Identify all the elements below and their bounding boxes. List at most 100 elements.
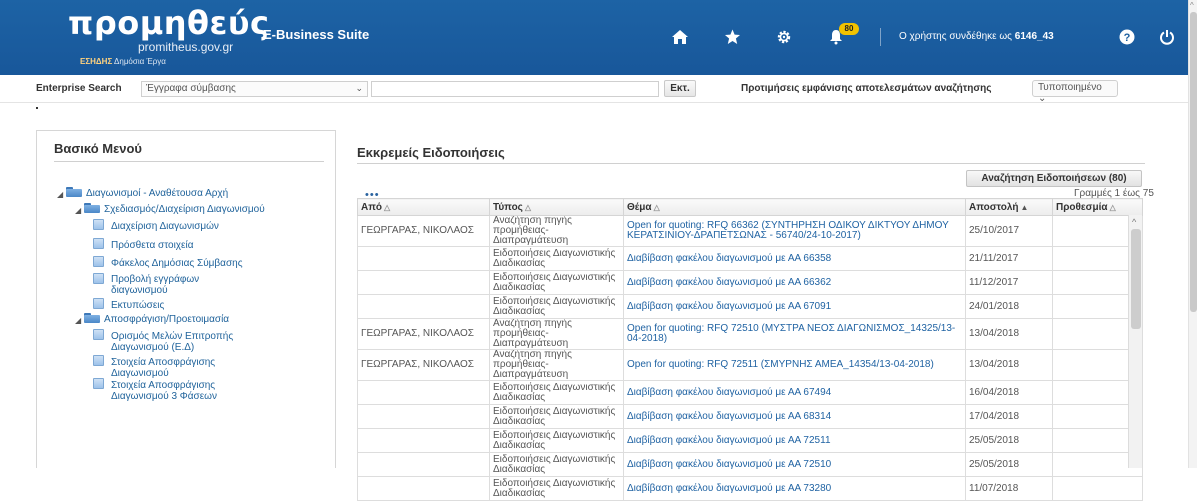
table-vertical-scrollbar[interactable]: ^: [1128, 215, 1142, 468]
cell-subject[interactable]: Διαβίβαση φακέλου διαγωνισμού με ΑΑ 7251…: [623, 428, 966, 453]
column-header-sent[interactable]: Αποστολή ▲: [965, 198, 1053, 216]
sort-triangle-icon: △: [653, 202, 660, 212]
menu-item-additional-info[interactable]: Πρόσθετα στοιχεία: [111, 240, 194, 251]
search-preferences-label: Προτιμήσεις εμφάνισης αποτελεσμάτων αναζ…: [741, 83, 992, 94]
table-row[interactable]: Ειδοποιήσεις Διαγωνιστικής Διαδικασίας Δι…: [357, 294, 1143, 319]
favorites-star-icon[interactable]: [722, 27, 742, 47]
page-icon: [93, 298, 104, 309]
table-row[interactable]: ΓΕΩΡΓΑΡΑΣ, ΝΙΚΟΛΑΟΣ Αναζήτηση πηγής προμή…: [357, 215, 1143, 247]
scrollbar-thumb[interactable]: [1190, 12, 1197, 312]
cell-subject[interactable]: Διαβίβαση φακέλου διαγωνισμού με ΑΑ 6635…: [623, 246, 966, 271]
collapse-triangle-icon[interactable]: ◢: [57, 190, 63, 199]
menu-item-unsealing-preparation[interactable]: Αποσφράγιση/Προετοιμασία: [104, 314, 229, 325]
collapse-triangle-icon[interactable]: ◢: [75, 316, 81, 325]
menu-item-view-tender-documents[interactable]: Προβολή εγγράφων διαγωνισμού: [111, 274, 241, 296]
page-icon: [93, 378, 104, 389]
cell-from: [357, 476, 490, 501]
top-header-bar: προμηθεύς promitheus.gov.gr ΕΣΗΔΗΣ Δημόσ…: [0, 0, 1197, 75]
help-icon[interactable]: ?: [1117, 27, 1137, 47]
table-row[interactable]: Ειδοποιήσεις Διαγωνιστικής Διαδικασίας Δι…: [357, 380, 1143, 405]
page-icon: [93, 273, 104, 284]
table-row[interactable]: Ειδοποιήσεις Διαγωνιστικής Διαδικασίας Δι…: [357, 270, 1143, 295]
cell-sent: 13/04/2018: [965, 349, 1053, 381]
cell-sent: 25/05/2018: [965, 428, 1053, 453]
collapse-triangle-icon[interactable]: ◢: [75, 206, 81, 215]
cell-type: Ειδοποιήσεις Διαγωνιστικής Διαδικασίας: [489, 380, 624, 405]
cell-subject[interactable]: Διαβίβαση φακέλου διαγωνισμού με ΑΑ 6831…: [623, 404, 966, 429]
cell-sent: 21/11/2017: [965, 246, 1053, 271]
table-row[interactable]: ΓΕΩΡΓΑΡΑΣ, ΝΙΚΟΛΑΟΣ Αναζήτηση πηγής προμή…: [357, 318, 1143, 350]
column-header-from[interactable]: Από △: [357, 198, 490, 216]
notifications-count-badge: 80: [839, 23, 859, 35]
scroll-up-icon[interactable]: ^: [1190, 1, 1194, 10]
menu-item-tenders-contracting-authority[interactable]: Διαγωνισμοί - Αναθέτουσα Αρχή: [86, 188, 228, 199]
main-menu-divider: [54, 161, 324, 162]
table-row[interactable]: Ειδοποιήσεις Διαγωνιστικής Διαδικασίας Δι…: [357, 246, 1143, 271]
cell-type: Αναζήτηση πηγής προμήθειας-Διαπραγμάτευσ…: [489, 349, 624, 381]
cell-subject[interactable]: Διαβίβαση φακέλου διαγωνισμού με ΑΑ 6749…: [623, 380, 966, 405]
menu-item-tender-design-management[interactable]: Σχεδιασμός/Διαχείριση Διαγωνισμού: [104, 204, 265, 215]
folder-icon: [84, 203, 100, 213]
logout-power-icon[interactable]: [1157, 27, 1177, 47]
table-row[interactable]: Ειδοποιήσεις Διαγωνιστικής Διαδικασίας Δι…: [357, 476, 1143, 501]
search-notifications-button[interactable]: Αναζήτηση Ειδοποιήσεων (80): [966, 170, 1142, 187]
cell-sent: 11/12/2017: [965, 270, 1053, 295]
table-row[interactable]: Ειδοποιήσεις Διαγωνιστικής Διαδικασίας Δι…: [357, 404, 1143, 429]
cell-from: ΓΕΩΡΓΑΡΑΣ, ΝΙΚΟΛΑΟΣ: [357, 318, 490, 350]
search-go-button[interactable]: Εκτ.: [664, 80, 696, 97]
cell-subject[interactable]: Διαβίβαση φακέλου διαγωνισμού με ΑΑ 7251…: [623, 452, 966, 477]
sort-triangle-icon: △: [1109, 202, 1116, 212]
table-row[interactable]: Ειδοποιήσεις Διαγωνιστικής Διαδικασίας Δι…: [357, 428, 1143, 453]
cell-type: Ειδοποιήσεις Διαγωνιστικής Διαδικασίας: [489, 428, 624, 453]
cell-subject[interactable]: Διαβίβαση φακέλου διαγωνισμού με ΑΑ 6709…: [623, 294, 966, 319]
cell-sent: 24/01/2018: [965, 294, 1053, 319]
home-icon[interactable]: [670, 27, 690, 47]
cell-subject[interactable]: Open for quoting: RFQ 72511 (ΣΜΥΡΝΗΣ ΑΜΕ…: [623, 349, 966, 381]
sort-ascending-icon: ▲: [1020, 202, 1029, 212]
header-divider: [880, 28, 881, 46]
menu-item-tender-management[interactable]: Διαχείριση Διαγωνισμών: [111, 221, 219, 232]
cell-subject[interactable]: Open for quoting: RFQ 72510 (ΜΥΣΤΡΑ ΝΕΟΣ…: [623, 318, 966, 350]
search-category-select[interactable]: Έγγραφα σύμβασης ⌄: [141, 81, 368, 97]
cell-from: [357, 246, 490, 271]
logo-domain: promitheus.gov.gr: [138, 40, 234, 54]
cell-from: ΓΕΩΡΓΑΡΑΣ, ΝΙΚΟΛΑΟΣ: [357, 215, 490, 247]
scroll-up-icon[interactable]: ^: [1132, 217, 1136, 227]
column-header-subject[interactable]: Θέμα △: [623, 198, 966, 216]
enterprise-search-label: Enterprise Search: [36, 83, 122, 94]
menu-item-prints[interactable]: Εκτυπώσεις: [111, 300, 164, 311]
pending-notifications-title: Εκκρεμείς Ειδοποιήσεις: [357, 145, 505, 160]
promitheus-logo[interactable]: προμηθεύς promitheus.gov.gr ΕΣΗΔΗΣ Δημόσ…: [68, 4, 269, 68]
menu-item-unsealing-data[interactable]: Στοιχεία Αποσφράγισης Διαγωνισμού: [111, 357, 261, 379]
cell-sent: 17/04/2018: [965, 404, 1053, 429]
search-input[interactable]: [371, 81, 659, 97]
page-icon: [93, 219, 104, 230]
svg-text:?: ?: [1124, 32, 1131, 44]
cell-type: Ειδοποιήσεις Διαγωνιστικής Διαδικασίας: [489, 404, 624, 429]
cell-subject[interactable]: Διαβίβαση φακέλου διαγωνισμού με ΑΑ 7328…: [623, 476, 966, 501]
menu-item-committee-members[interactable]: Ορισμός Μελών Επιτροπής Διαγωνισμού (Ε.Δ…: [111, 331, 261, 353]
page-icon: [93, 329, 104, 340]
cell-type: Ειδοποιήσεις Διαγωνιστικής Διαδικασίας: [489, 246, 624, 271]
menu-item-public-contract-file[interactable]: Φάκελος Δημόσιας Σύμβασης: [111, 258, 243, 269]
menu-item-unsealing-data-3-phases[interactable]: Στοιχεία Αποσφράγισης Διαγωνισμού 3 Φάσε…: [111, 380, 261, 402]
main-menu-panel: [36, 130, 336, 468]
scrollbar-thumb[interactable]: [1131, 229, 1141, 329]
search-preferences-select[interactable]: Τυποποιημένο ⌄: [1032, 80, 1118, 104]
cell-subject[interactable]: Open for quoting: RFQ 66362 (ΣΥΝΤΗΡΗΣΗ Ο…: [623, 215, 966, 247]
column-header-due[interactable]: Προθεσμία △: [1052, 198, 1143, 216]
column-header-type[interactable]: Τύπος △: [489, 198, 624, 216]
pending-notifications-divider: [357, 163, 1145, 164]
cell-subject[interactable]: Διαβίβαση φακέλου διαγωνισμού με ΑΑ 6636…: [623, 270, 966, 295]
cell-from: [357, 404, 490, 429]
cell-from: [357, 294, 490, 319]
settings-gear-icon[interactable]: [774, 27, 794, 47]
table-row[interactable]: ΓΕΩΡΓΑΡΑΣ, ΝΙΚΟΛΑΟΣ Αναζήτηση πηγής προμή…: [357, 349, 1143, 381]
cell-type: Ειδοποιήσεις Διαγωνιστικής Διαδικασίας: [489, 270, 624, 295]
folder-icon: [66, 187, 82, 197]
table-row[interactable]: Ειδοποιήσεις Διαγωνιστικής Διαδικασίας Δι…: [357, 452, 1143, 477]
window-vertical-scrollbar[interactable]: ^: [1188, 0, 1197, 468]
logged-in-user: Ο χρήστης συνδέθηκε ως 6146_43: [899, 31, 1054, 42]
notifications-table: Από △ Τύπος △ Θέμα △ Αποστολή ▲ Προθεσμία △ Γ…: [357, 198, 1143, 501]
main-menu-title: Βασικό Μενού: [54, 141, 142, 156]
